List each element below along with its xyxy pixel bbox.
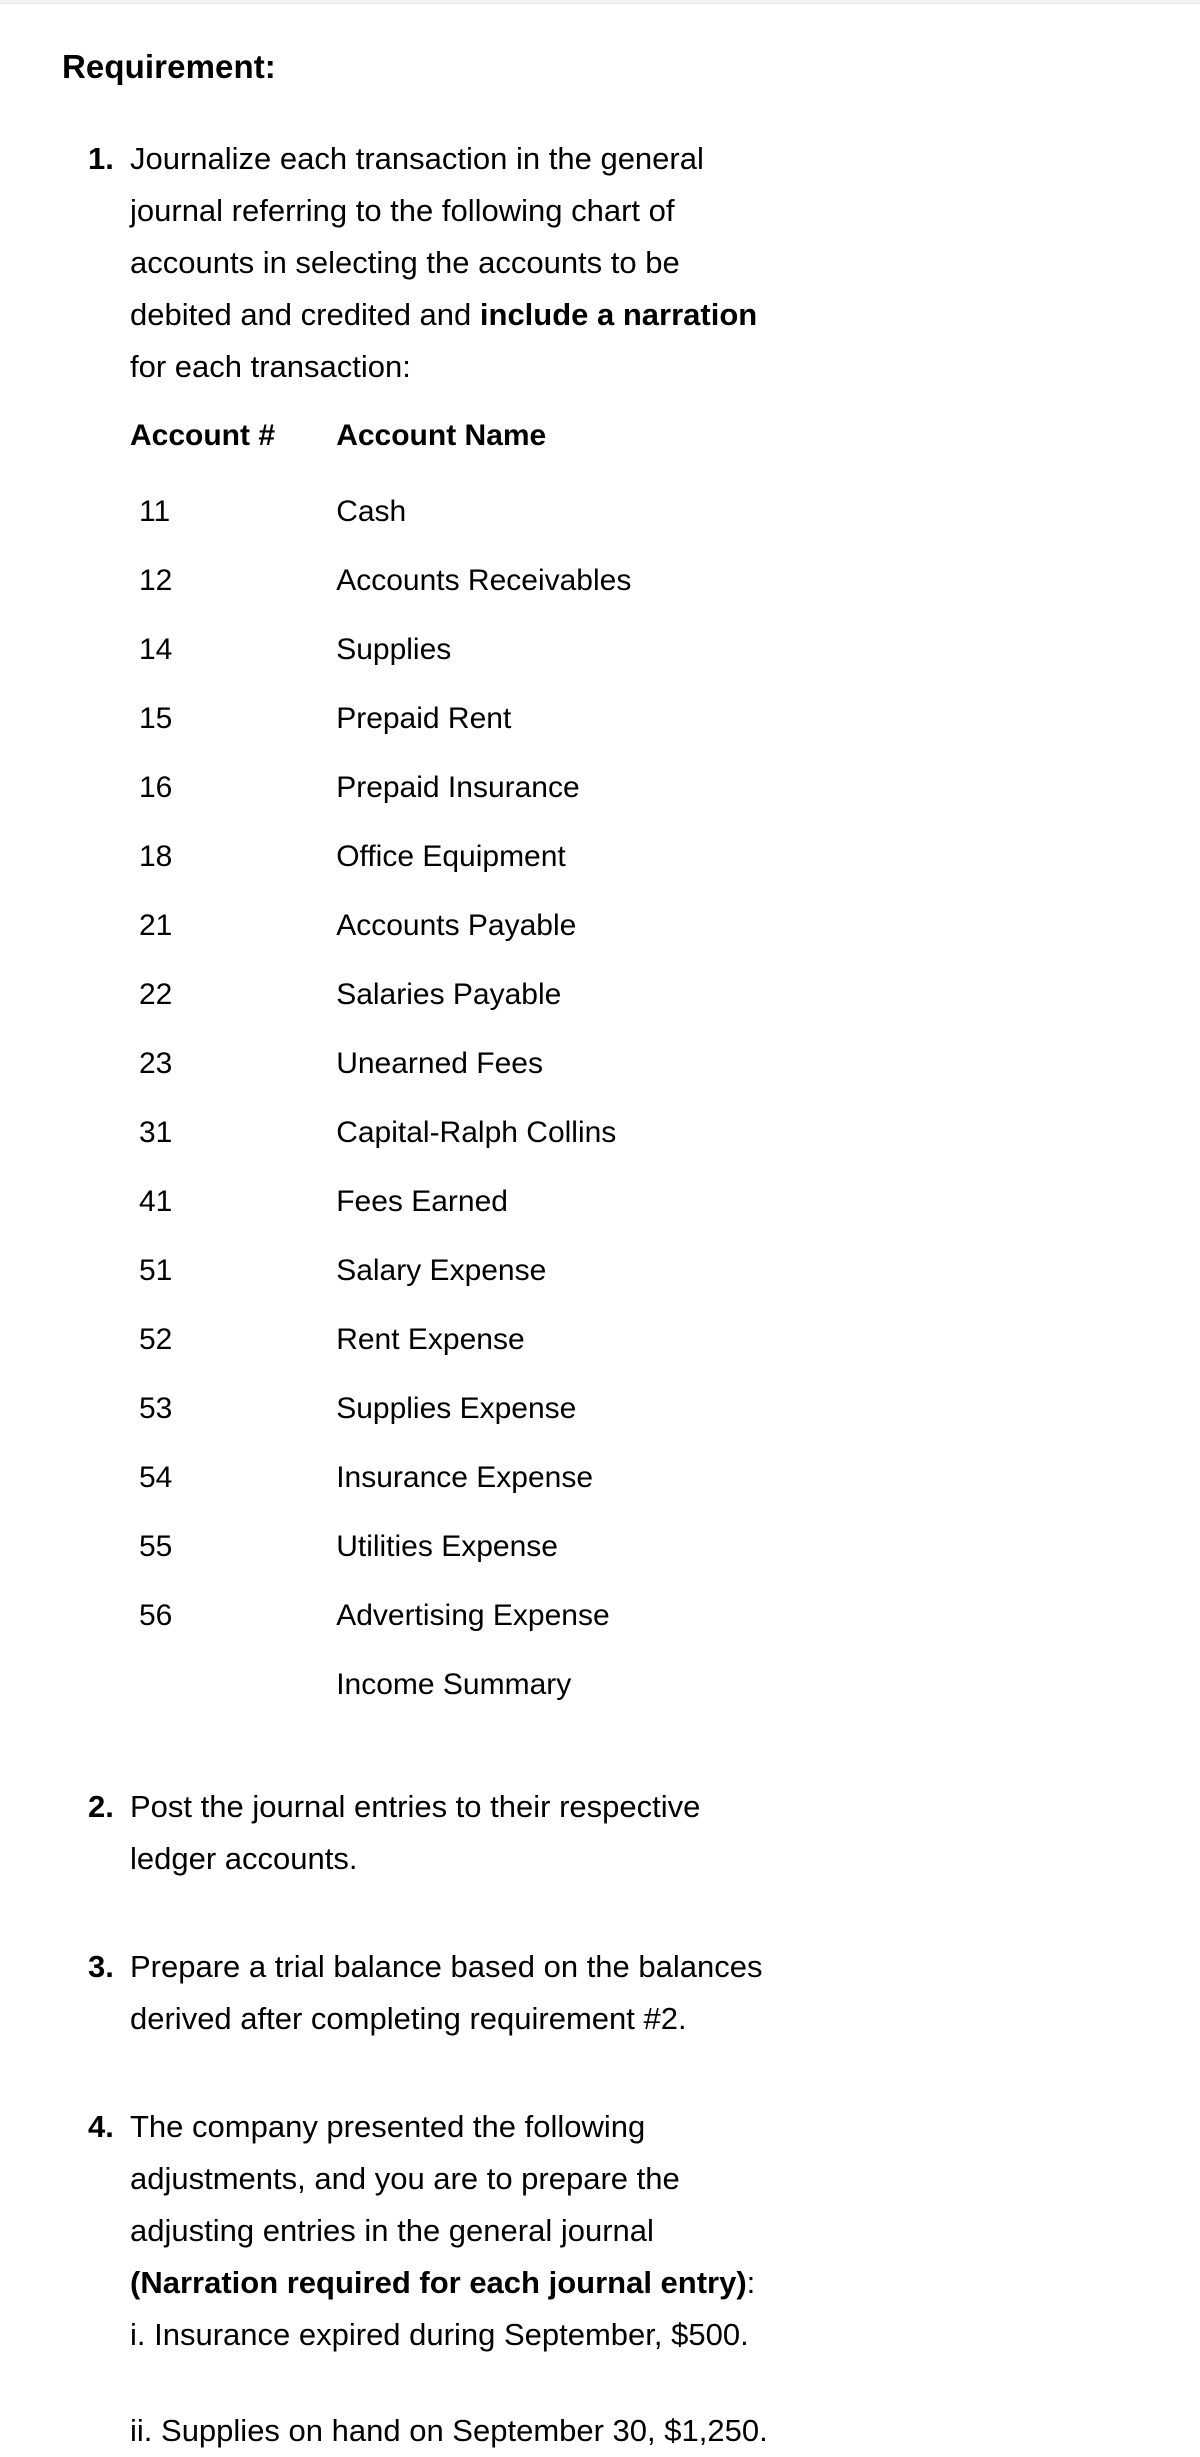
table-row: 51 Salary Expense	[130, 1236, 690, 1305]
account-number-cell: 23	[139, 1046, 173, 1080]
table-row: 56 Advertising Expense	[130, 1581, 690, 1650]
account-number-cell: 18	[139, 839, 173, 873]
table-row: 18 Office Equipment	[130, 822, 690, 891]
requirement-text-1: Journalize each transaction in the gener…	[130, 133, 770, 393]
account-name-cell: Salary Expense	[336, 1253, 547, 1287]
adjustment-item-i: i. Insurance expired during September, $…	[130, 2309, 1200, 2361]
table-row: 53 Supplies Expense	[130, 1374, 690, 1443]
requirement-number-3: 3.	[88, 1949, 114, 1985]
column-header-account-name: Account Name	[336, 419, 547, 453]
account-name-cell: Cash	[336, 494, 407, 528]
requirement-item-3: 3. Prepare a trial balance based on the …	[0, 1941, 1200, 2045]
account-name-cell: Capital-Ralph Collins	[336, 1115, 617, 1149]
adjustments-list: i. Insurance expired during September, $…	[0, 2309, 1200, 2457]
account-number-cell: 31	[139, 1115, 173, 1149]
column-header-account-number: Account #	[130, 419, 276, 453]
requirement-text-4: The company presented the following adju…	[130, 2101, 775, 2309]
chart-of-accounts-header: Account # Account Name	[130, 407, 690, 477]
table-row: Income Summary	[130, 1650, 690, 1719]
requirement-number-4: 4.	[88, 2109, 114, 2145]
requirement-number-1: 1.	[88, 141, 114, 177]
account-name-cell: Insurance Expense	[336, 1460, 594, 1494]
table-row: 15 Prepaid Rent	[130, 684, 690, 753]
adjustment-label-ii: ii.	[130, 2413, 153, 2449]
account-number-cell: 55	[139, 1529, 173, 1563]
table-row: 55 Utilities Expense	[130, 1512, 690, 1581]
account-number-cell: 41	[139, 1184, 173, 1218]
adjustment-item-ii: ii. Supplies on hand on September 30, $1…	[130, 2405, 1200, 2457]
table-row: 31 Capital-Ralph Collins	[130, 1098, 690, 1167]
adjustment-text-ii: Supplies on hand on September 30, $1,250…	[161, 2413, 768, 2449]
account-number-cell: 21	[139, 908, 173, 942]
adjustment-text-i: Insurance expired during September, $500…	[154, 2317, 749, 2353]
document-page: Requirement: 1. Journalize each transact…	[0, 0, 1200, 2457]
account-number-cell: 22	[139, 977, 173, 1011]
table-row: 11 Cash	[130, 477, 690, 546]
account-name-cell: Office Equipment	[336, 839, 566, 873]
table-row: 23 Unearned Fees	[130, 1029, 690, 1098]
account-number-cell: 56	[139, 1598, 173, 1632]
account-name-cell: Accounts Receivables	[336, 563, 632, 597]
account-number-cell: 52	[139, 1322, 173, 1356]
page-title: Requirement:	[62, 48, 276, 85]
table-row: 54 Insurance Expense	[130, 1443, 690, 1512]
account-number-cell: 15	[139, 701, 173, 735]
account-name-cell: Supplies	[336, 632, 452, 666]
table-row: 41 Fees Earned	[130, 1167, 690, 1236]
chart-of-accounts-table: Account # Account Name 11 Cash 12 Accounts …	[130, 407, 690, 1719]
account-number-cell: 14	[139, 632, 173, 666]
requirement-item-1: 1. Journalize each transaction in the ge…	[0, 133, 1200, 1719]
account-name-cell: Accounts Payable	[336, 908, 577, 942]
requirement-item-2: 2. Post the journal entries to their res…	[0, 1781, 1200, 1885]
account-number-cell: 11	[139, 494, 171, 528]
account-name-cell: Utilities Expense	[336, 1529, 558, 1563]
account-name-cell: Supplies Expense	[336, 1391, 577, 1425]
chart-of-accounts-body: 11 Cash 12 Accounts Receivables 14 Supplies 15…	[130, 477, 690, 1719]
table-row: 22 Salaries Payable	[130, 960, 690, 1029]
table-row: 14 Supplies	[130, 615, 690, 684]
requirement-text-2: Post the journal entries to their respec…	[130, 1789, 701, 1877]
account-number-cell: 51	[139, 1253, 173, 1287]
requirement-1-text-part2: for each transaction:	[130, 349, 411, 385]
requirement-4-bold-narration: (Narration required for each journal ent…	[130, 2265, 747, 2301]
requirement-4-text-part1: The company presented the following adju…	[130, 2109, 680, 2249]
table-row: 52 Rent Expense	[130, 1305, 690, 1374]
account-number-cell: 54	[139, 1460, 173, 1494]
requirement-text-3: Prepare a trial balance based on the bal…	[130, 1949, 763, 2037]
account-name-cell: Rent Expense	[336, 1322, 525, 1356]
account-name-cell: Advertising Expense	[336, 1598, 610, 1632]
account-name-cell: Fees Earned	[336, 1184, 508, 1218]
requirement-number-2: 2.	[88, 1789, 114, 1825]
account-name-cell: Unearned Fees	[336, 1046, 543, 1080]
table-header-row: Account # Account Name	[130, 407, 690, 477]
document-content: Requirement: 1. Journalize each transact…	[0, 0, 1200, 2457]
account-number-cell: 16	[139, 770, 173, 804]
requirement-item-4: 4. The company presented the following a…	[0, 2101, 1200, 2309]
account-number-cell	[130, 1650, 336, 1719]
requirement-1-bold-narration: include a narration	[479, 297, 758, 333]
table-row: 16 Prepaid Insurance	[130, 753, 690, 822]
table-row: 12 Accounts Receivables	[130, 546, 690, 615]
adjustment-label-i: i.	[130, 2317, 146, 2353]
account-name-cell: Prepaid Rent	[336, 701, 512, 735]
account-name-cell: Salaries Payable	[336, 977, 562, 1011]
table-row: 21 Accounts Payable	[130, 891, 690, 960]
account-number-cell: 53	[139, 1391, 173, 1425]
account-number-cell: 12	[139, 563, 173, 597]
page-top-edge	[0, 0, 1200, 4]
account-name-cell: Prepaid Insurance	[336, 770, 580, 804]
account-name-cell: Income Summary	[336, 1667, 572, 1701]
requirement-4-text-part2: :	[746, 2265, 756, 2301]
